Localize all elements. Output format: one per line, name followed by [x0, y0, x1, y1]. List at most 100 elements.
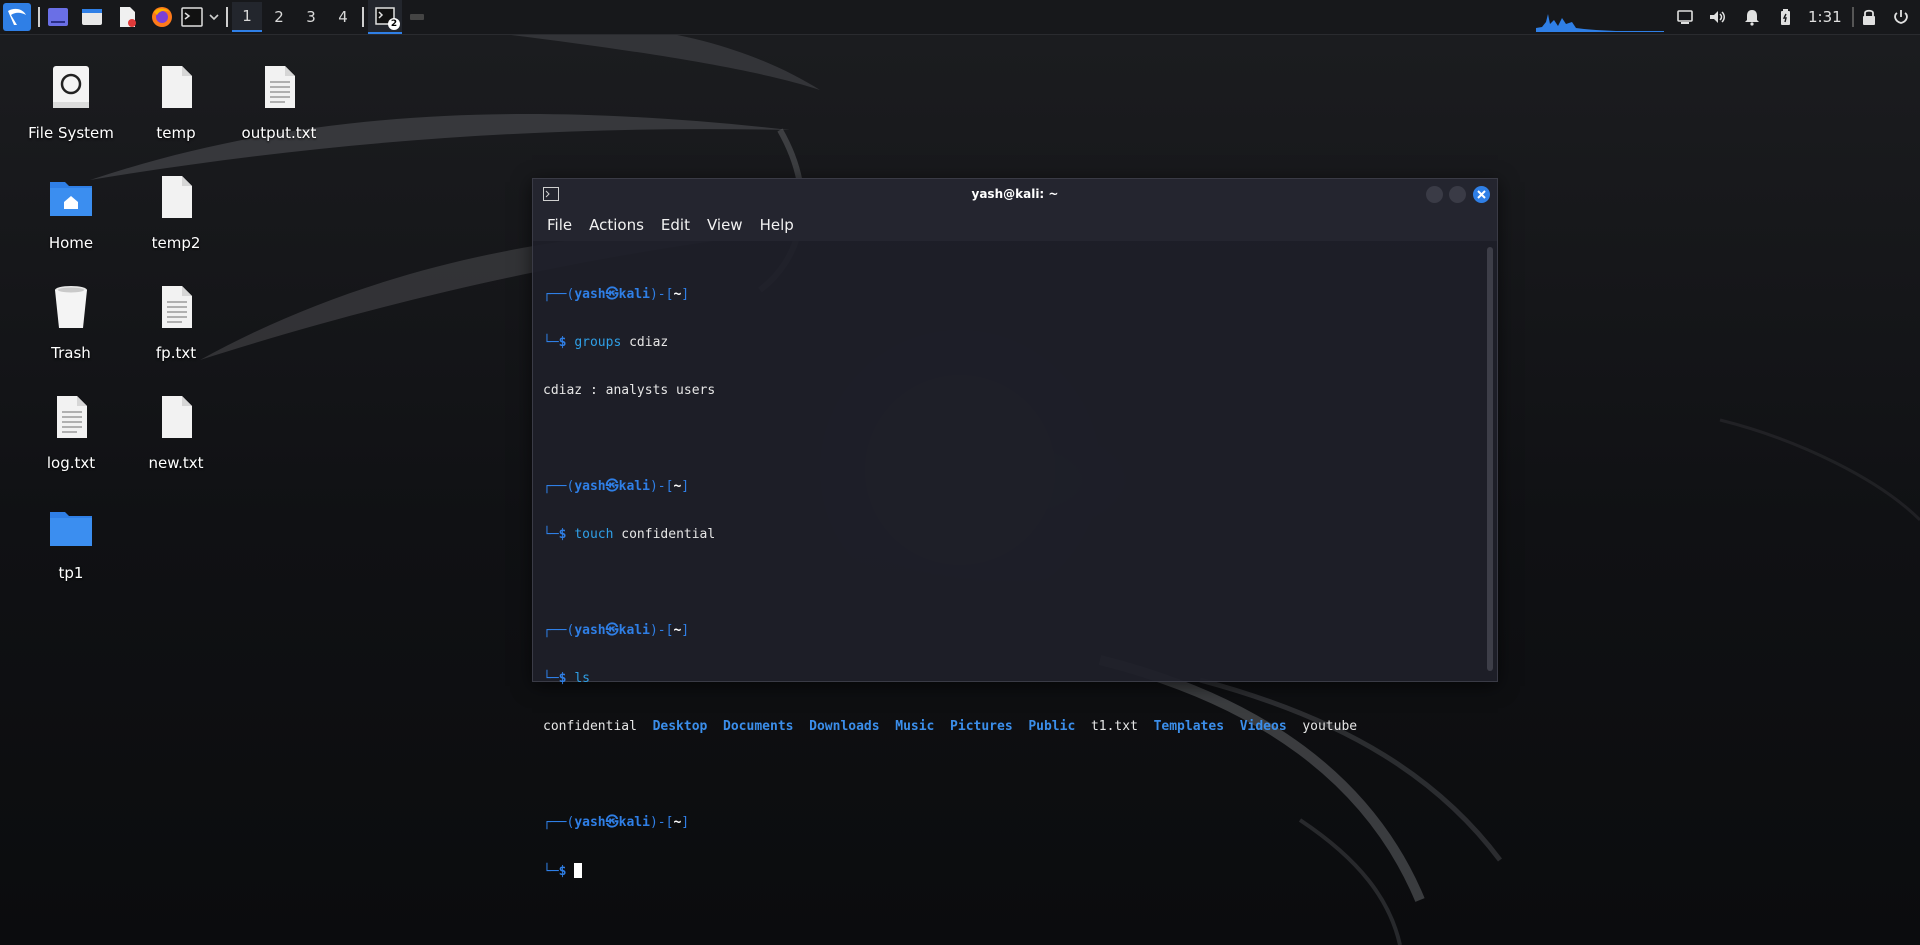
- window-preview-icon: [410, 14, 424, 20]
- cpu-graph: [1536, 14, 1664, 32]
- notification-bell-icon[interactable]: [1743, 8, 1761, 26]
- kali-logo-icon: [3, 3, 31, 31]
- terminal-menubar: File Actions Edit View Help: [533, 209, 1497, 241]
- window-title: yash@kali: ~: [971, 187, 1059, 201]
- command-output: cdiaz : analysts users: [543, 383, 716, 398]
- close-button[interactable]: [1473, 186, 1490, 203]
- battery-icon[interactable]: [1776, 8, 1794, 26]
- text-editor-launcher[interactable]: [114, 0, 142, 34]
- desktop-icon-temp[interactable]: temp: [126, 58, 226, 154]
- ls-entry: Downloads: [809, 719, 880, 734]
- terminal-launcher[interactable]: [178, 0, 206, 34]
- desktop-icon-file-system[interactable]: File System: [21, 58, 121, 154]
- close-icon: [1477, 190, 1486, 199]
- home-folder-icon: [50, 182, 92, 216]
- terminal-titlebar[interactable]: yash@kali: ~: [533, 179, 1497, 209]
- command-line: └─$ ls: [543, 671, 590, 686]
- desktop-icon-label: new.txt: [148, 454, 204, 472]
- desktop-icon-label: temp: [156, 124, 196, 142]
- taskbar-extra-window[interactable]: [408, 0, 426, 34]
- maximize-button[interactable]: [1449, 186, 1466, 203]
- file-icon: [162, 66, 192, 108]
- desktop-icon-label: File System: [28, 124, 114, 142]
- screen-icon[interactable]: [1676, 8, 1694, 26]
- desktop-icon-label: fp.txt: [155, 344, 197, 362]
- workspace-3[interactable]: 3: [296, 2, 326, 32]
- ls-entry: confidential: [543, 719, 637, 734]
- prompt-line: ┌──(yash㉿kali)-[~]: [543, 479, 690, 494]
- desktop-icon-tp1[interactable]: tp1: [21, 498, 121, 594]
- workspace-4[interactable]: 4: [328, 2, 358, 32]
- workspace-2[interactable]: 2: [264, 2, 294, 32]
- desktop-icon-label: log.txt: [46, 454, 96, 472]
- command-line: └─$ groups cdiaz: [543, 335, 669, 350]
- ls-entry: Pictures: [950, 719, 1013, 734]
- terminal-icon: [181, 7, 203, 27]
- command-line[interactable]: └─$: [543, 863, 1467, 879]
- ls-entry: Templates: [1153, 719, 1225, 734]
- menu-file[interactable]: File: [547, 216, 572, 234]
- desktop-icon-label: Home: [48, 234, 94, 252]
- desktop-icon-fp-txt[interactable]: fp.txt: [126, 278, 226, 374]
- ls-output: confidential Desktop Documents Downloads…: [543, 719, 1467, 735]
- prompt-line: ┌──(yash㉿kali)-[~]: [543, 623, 690, 638]
- menu-help[interactable]: Help: [760, 216, 794, 234]
- firefox-launcher[interactable]: [148, 0, 176, 34]
- lock-screen-icon[interactable]: [1860, 8, 1878, 26]
- terminal-scrollbar[interactable]: [1487, 247, 1493, 671]
- show-desktop-button[interactable]: [44, 0, 72, 34]
- clock[interactable]: 1:31: [1808, 0, 1842, 34]
- file-icon: [162, 176, 192, 218]
- ls-entry: t1.txt: [1090, 719, 1138, 734]
- desktop-icon-label: Trash: [51, 344, 91, 362]
- workspace-1[interactable]: 1: [232, 2, 262, 32]
- ls-entry: Videos: [1239, 719, 1287, 734]
- desktop-icon-home[interactable]: Home: [21, 168, 121, 264]
- minimize-button[interactable]: [1426, 186, 1443, 203]
- kali-menu-button[interactable]: [2, 0, 32, 34]
- volume-icon[interactable]: [1708, 8, 1726, 26]
- text-editor-icon: [120, 7, 136, 27]
- menu-actions[interactable]: Actions: [589, 216, 644, 234]
- firefox-icon: [152, 7, 172, 27]
- prompt-line: ┌──(yash㉿kali)-[~]: [543, 815, 690, 830]
- desktop-icon-trash[interactable]: Trash: [21, 278, 121, 374]
- panel-separator: [38, 7, 40, 27]
- terminal-icon: [543, 187, 559, 201]
- top-panel: 1 2 3 4 2 1:31: [0, 0, 1920, 35]
- command-line: └─$ touch confidential: [543, 527, 716, 542]
- file-manager-launcher[interactable]: [78, 0, 106, 34]
- desktop-icon-log-txt[interactable]: log.txt: [21, 388, 121, 484]
- file-icon: [162, 396, 192, 438]
- panel-separator: [226, 7, 228, 27]
- file-manager-icon: [82, 9, 102, 25]
- ls-entry: Desktop: [652, 719, 708, 734]
- drive-icon: [53, 66, 89, 108]
- menu-view[interactable]: View: [707, 216, 743, 234]
- desktop-icon-label: output.txt: [241, 124, 317, 142]
- ls-entry: Documents: [723, 719, 794, 734]
- prompt-line: ┌──(yash㉿kali)-[~]: [543, 287, 690, 302]
- menu-edit[interactable]: Edit: [661, 216, 690, 234]
- power-icon[interactable]: [1892, 8, 1910, 26]
- ls-entry: youtube: [1302, 719, 1358, 734]
- ls-entry: Music: [895, 719, 935, 734]
- taskbar-terminal-group[interactable]: 2: [368, 0, 402, 34]
- desktop-icon-new-txt[interactable]: new.txt: [126, 388, 226, 484]
- desktop-icon-label: temp2: [151, 234, 201, 252]
- text-cursor: [574, 863, 583, 878]
- window-count-badge: 2: [388, 18, 400, 30]
- desktop-icon-output-txt[interactable]: output.txt: [229, 58, 329, 154]
- terminal-output[interactable]: ┌──(yash㉿kali)-[~] └─$ groups cdiaz cdia…: [543, 255, 1467, 879]
- ls-entry: Public: [1028, 719, 1076, 734]
- chevron-down-icon: [209, 14, 219, 21]
- desktop-icon: [48, 8, 68, 26]
- text-file-icon: [162, 286, 192, 328]
- launcher-dropdown[interactable]: [206, 0, 222, 34]
- trash-icon: [55, 286, 87, 328]
- desktop-icon-temp2[interactable]: temp2: [126, 168, 226, 264]
- folder-icon: [50, 512, 92, 546]
- text-file-icon: [57, 396, 87, 438]
- terminal-window[interactable]: yash@kali: ~ File Actions Edit View Help…: [532, 178, 1498, 879]
- panel-separator: [362, 7, 364, 27]
